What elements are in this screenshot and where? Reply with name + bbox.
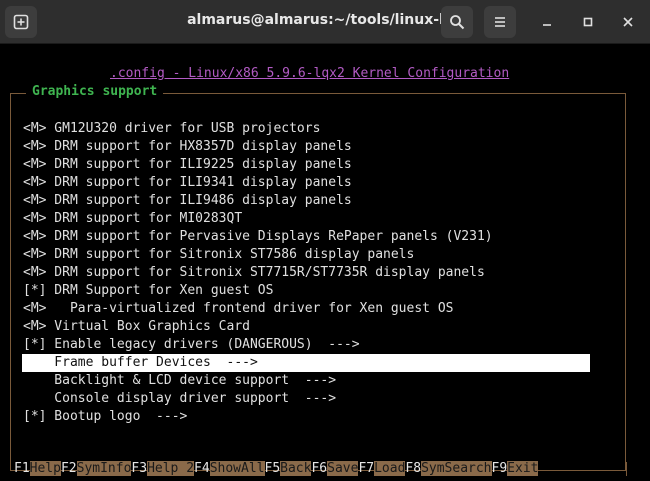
menu-item[interactable]: [*] Bootup logo ---> — [22, 408, 590, 426]
menu-item[interactable]: <M> DRM support for ILI9225 display pane… — [22, 156, 590, 174]
menu-item[interactable]: [*] Enable legacy drivers (DANGEROUS) --… — [22, 336, 590, 354]
fkey-f4[interactable]: F4 — [194, 461, 210, 476]
fkey-f7[interactable]: F7 — [358, 461, 374, 476]
menu-item[interactable]: Console display driver support ---> — [22, 390, 590, 408]
config-title: .config - Linux/x86 5.9.6-lqx2 Kernel Co… — [110, 66, 510, 81]
menu-item[interactable]: <M> DRM support for Sitronix ST7715R/ST7… — [22, 264, 590, 282]
menu-item[interactable]: <M> DRM support for Sitronix ST7586 disp… — [22, 246, 590, 264]
fkey-f1[interactable]: F1 — [14, 461, 30, 476]
maximize-icon — [583, 17, 593, 27]
fkey-f2[interactable]: F2 — [61, 461, 77, 476]
fkey-f9[interactable]: F9 — [492, 461, 508, 476]
menu-item[interactable]: <M> DRM support for Pervasive Displays R… — [22, 228, 590, 246]
fkey-f8[interactable]: F8 — [405, 461, 421, 476]
menu-item[interactable]: Backlight & LCD device support ---> — [22, 372, 590, 390]
window-titlebar: almarus@almarus:~/tools/linux-lqx — [0, 0, 650, 44]
fkey-label[interactable]: Help — [29, 461, 61, 476]
menu-item[interactable]: <M> Virtual Box Graphics Card — [22, 318, 590, 336]
menu-item[interactable]: <M> DRM support for MI0283QT — [22, 210, 590, 228]
menu-item[interactable]: [*] DRM Support for Xen guest OS — [22, 282, 590, 300]
maximize-button[interactable] — [578, 12, 598, 32]
minimize-button[interactable] — [537, 12, 557, 32]
fkey-label[interactable]: SymInfo — [76, 461, 132, 476]
menu-button[interactable] — [484, 6, 516, 38]
fkey-label[interactable]: Back — [280, 461, 312, 476]
menu-item[interactable]: <M> DRM support for HX8357D display pane… — [22, 138, 590, 156]
section-title: Graphics support — [26, 84, 164, 99]
close-button[interactable] — [618, 12, 638, 32]
search-button[interactable] — [441, 6, 473, 38]
menu-item[interactable]: <M> Para-virtualized frontend driver for… — [22, 300, 590, 318]
function-key-bar: F1HelpF2SymInfoF3Help 2F4ShowAllF5BackF6… — [0, 460, 650, 478]
fkey-label[interactable]: Exit — [507, 461, 539, 476]
search-icon — [450, 15, 465, 30]
fkey-label[interactable]: ShowAll — [209, 461, 265, 476]
close-icon — [623, 17, 633, 27]
fkey-f5[interactable]: F5 — [265, 461, 281, 476]
fkey-f3[interactable]: F3 — [131, 461, 147, 476]
menu-item[interactable]: <M> GM12U320 driver for USB projectors — [22, 120, 590, 138]
menu-item-selected[interactable]: Frame buffer Devices ---> — [22, 354, 590, 372]
menu-list: <M> GM12U320 driver for USB projectors <M… — [22, 120, 590, 426]
fkey-label[interactable]: SymSearch — [421, 461, 492, 476]
terminal-area[interactable]: .config - Linux/x86 5.9.6-lqx2 Kernel Co… — [0, 44, 650, 481]
fkey-label[interactable]: Save — [327, 461, 359, 476]
menu-item[interactable]: <M> DRM support for ILI9341 display pane… — [22, 174, 590, 192]
fkey-label[interactable]: Load — [374, 461, 406, 476]
fkey-label[interactable]: Help 2 — [147, 461, 195, 476]
fkey-f6[interactable]: F6 — [311, 461, 327, 476]
hamburger-menu-icon — [495, 17, 505, 27]
menu-item[interactable]: <M> DRM support for ILI9486 display pane… — [22, 192, 590, 210]
minimize-icon — [543, 24, 551, 26]
